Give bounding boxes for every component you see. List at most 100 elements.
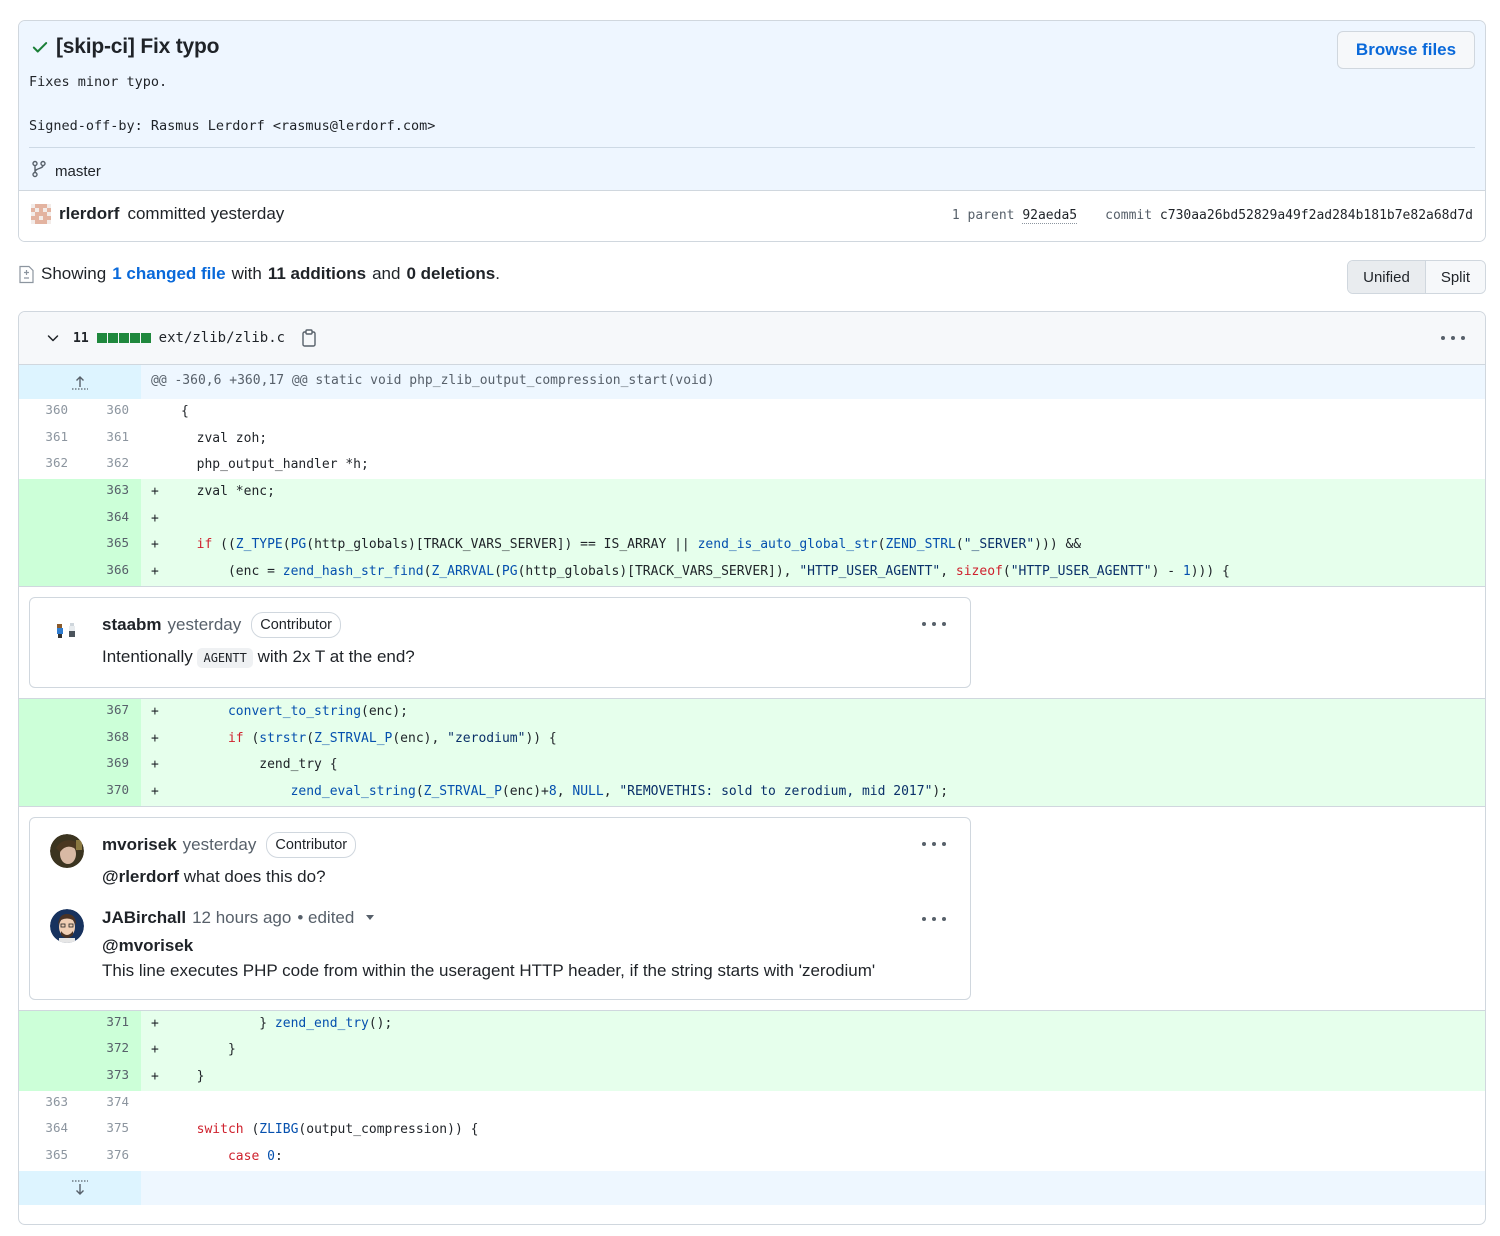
new-line-number[interactable]: 375 bbox=[80, 1117, 141, 1144]
comment-header: JABirchall 12 hours ago • edited bbox=[102, 907, 970, 929]
code-line: zval zoh; bbox=[141, 426, 1485, 453]
diff-line-addition: 365 + if ((Z_TYPE(PG(http_globals)[TRACK_… bbox=[19, 532, 1485, 560]
diff-line-addition: 370 + zend_eval_string(Z_STRVAL_P(enc)+8,… bbox=[19, 778, 1485, 806]
code-text: zval *enc; bbox=[181, 484, 275, 500]
diff-sign: + bbox=[151, 1068, 159, 1084]
new-line-number[interactable]: 371 bbox=[80, 1010, 141, 1038]
code-text: case 0: bbox=[227, 1149, 283, 1164]
old-line-number[interactable]: 362 bbox=[19, 452, 80, 479]
avatar[interactable] bbox=[50, 908, 84, 943]
user-mention[interactable]: @rlerdorf bbox=[102, 867, 179, 886]
comment-text: what does this do? bbox=[183, 866, 326, 886]
unified-view-button[interactable]: Unified bbox=[1348, 261, 1426, 293]
branch-name[interactable]: master bbox=[55, 163, 101, 180]
author-avatar[interactable] bbox=[31, 204, 51, 224]
comment-time[interactable]: yesterday bbox=[168, 614, 242, 636]
comment-options-kebab-icon[interactable] bbox=[922, 911, 946, 927]
commit-title-text: [skip-ci] Fix typo bbox=[56, 35, 220, 58]
diff-sign: + bbox=[151, 757, 159, 773]
diff-line-addition: 363 + zval *enc; bbox=[19, 479, 1485, 506]
expand-up-icon[interactable] bbox=[19, 365, 141, 399]
new-line-number[interactable]: 366 bbox=[80, 559, 141, 586]
new-line-number[interactable]: 364 bbox=[80, 505, 141, 533]
diff-lines-block: 360 360{361 361 zval zoh; 362 362 php_output… bbox=[19, 399, 1485, 586]
browse-files-button[interactable]: Browse files bbox=[1337, 31, 1475, 69]
old-line-number[interactable]: 361 bbox=[19, 426, 80, 453]
deletions-count: 0 deletions bbox=[406, 264, 496, 283]
comment-author[interactable]: staabm bbox=[102, 614, 162, 636]
comment-time[interactable]: yesterday bbox=[183, 834, 257, 856]
additions-count: 11 additions bbox=[267, 264, 367, 283]
new-line-number[interactable]: 369 bbox=[80, 752, 141, 779]
new-line-number[interactable]: 362 bbox=[80, 452, 141, 479]
parent-label: 1 parent bbox=[951, 208, 1015, 223]
split-view-button[interactable]: Split bbox=[1425, 261, 1485, 293]
changed-files-link[interactable]: 1 changed file bbox=[112, 264, 225, 284]
new-line-number[interactable]: 373 bbox=[80, 1063, 141, 1091]
old-line-number[interactable]: 363 bbox=[19, 1091, 80, 1118]
edited-label[interactable]: • edited bbox=[297, 907, 354, 929]
old-line-number[interactable] bbox=[19, 505, 80, 533]
file-header: 11 ext/zlib/zlib.c bbox=[19, 312, 1485, 365]
avatar[interactable] bbox=[50, 613, 84, 648]
new-line-number[interactable]: 363 bbox=[80, 479, 141, 506]
new-line-number[interactable]: 368 bbox=[80, 725, 141, 753]
code-line: + zval *enc; bbox=[141, 479, 1485, 506]
new-line-number[interactable]: 361 bbox=[80, 426, 141, 453]
file-options-kebab-icon[interactable] bbox=[1441, 330, 1465, 346]
old-line-number[interactable] bbox=[19, 479, 80, 506]
old-line-number[interactable] bbox=[19, 725, 80, 753]
comment-author[interactable]: JABirchall bbox=[102, 907, 186, 929]
old-line-number[interactable] bbox=[19, 559, 80, 586]
new-line-number[interactable]: 360 bbox=[80, 399, 141, 426]
summary-prefix: Showing bbox=[41, 264, 107, 283]
old-line-number[interactable] bbox=[19, 1010, 80, 1038]
comment-text: This line executes PHP code from within … bbox=[102, 960, 876, 980]
file-path[interactable]: ext/zlib/zlib.c bbox=[159, 330, 285, 346]
old-line-number[interactable] bbox=[19, 778, 80, 806]
diff-line-context: 365 376 case 0: bbox=[19, 1144, 1485, 1171]
new-line-number[interactable]: 376 bbox=[80, 1144, 141, 1171]
diff-sign: + bbox=[151, 783, 159, 799]
old-line-number[interactable] bbox=[19, 1037, 80, 1064]
user-mention[interactable]: @mvorisek bbox=[102, 933, 970, 958]
comment-header: mvorisek yesterday Contributor bbox=[102, 831, 970, 858]
comment-options-kebab-icon[interactable] bbox=[922, 616, 946, 632]
diffstat bbox=[96, 333, 151, 343]
author-name[interactable]: rlerdorf bbox=[59, 204, 119, 224]
comment-time[interactable]: 12 hours ago bbox=[192, 907, 291, 929]
avatar[interactable] bbox=[50, 833, 84, 868]
commit-sha: c730aa26bd52829a49f2ad284b181b7e82a68d7d bbox=[1159, 208, 1473, 223]
new-line-number[interactable]: 367 bbox=[80, 698, 141, 726]
hunk-header: @@ -360,6 +360,17 @@ static void php_zli… bbox=[19, 365, 1485, 399]
comment-author[interactable]: mvorisek bbox=[102, 834, 177, 856]
expand-down-icon[interactable] bbox=[19, 1170, 141, 1205]
parent-sha-link[interactable]: 92aeda5 bbox=[1022, 208, 1078, 224]
caret-down-icon[interactable] bbox=[366, 915, 375, 921]
old-line-number[interactable]: 365 bbox=[19, 1144, 80, 1171]
chevron-down-icon[interactable] bbox=[45, 330, 61, 346]
new-line-number[interactable]: 374 bbox=[80, 1091, 141, 1118]
copy-icon[interactable] bbox=[301, 329, 317, 347]
branch-info: master bbox=[31, 160, 101, 182]
old-line-number[interactable] bbox=[19, 698, 80, 726]
inline-code: AGENTT bbox=[197, 647, 253, 668]
file-change-count: 11 bbox=[73, 330, 89, 346]
old-line-number[interactable]: 364 bbox=[19, 1117, 80, 1144]
commit-title: [skip-ci] Fix typo bbox=[31, 35, 219, 59]
new-line-number[interactable]: 370 bbox=[80, 778, 141, 806]
old-line-number[interactable] bbox=[19, 1063, 80, 1091]
code-line: + convert_to_string(enc); bbox=[141, 699, 1485, 726]
old-line-number[interactable] bbox=[19, 532, 80, 560]
code-line: + } zend_end_try(); bbox=[141, 1011, 1485, 1038]
old-line-number[interactable]: 360 bbox=[19, 399, 80, 426]
diff-line-addition: 366 + (enc = zend_hash_str_find(Z_ARRVAL(… bbox=[19, 559, 1485, 586]
comment-card: staabm yesterday Contributor Intentional… bbox=[29, 596, 971, 688]
comment-options-kebab-icon[interactable] bbox=[922, 836, 946, 852]
new-line-number[interactable]: 365 bbox=[80, 532, 141, 560]
code-line: + zend_try { bbox=[141, 752, 1485, 779]
diff-sign: + bbox=[151, 1015, 159, 1031]
new-line-number[interactable]: 372 bbox=[80, 1037, 141, 1064]
old-line-number[interactable] bbox=[19, 752, 80, 779]
